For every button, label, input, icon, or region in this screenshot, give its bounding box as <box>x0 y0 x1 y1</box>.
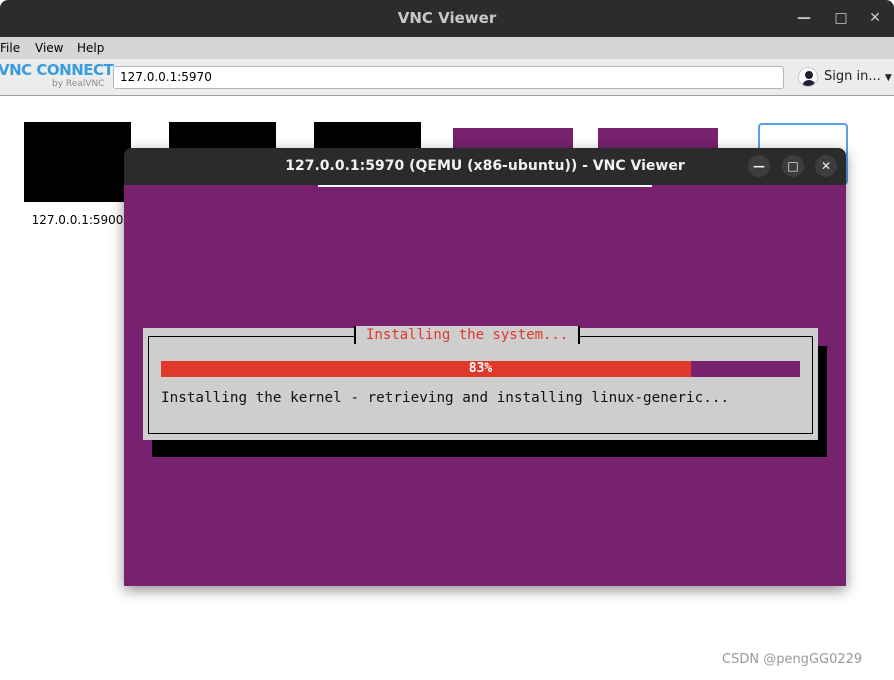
sign-in-label: Sign in... <box>824 69 881 84</box>
session-maximize-button[interactable]: □ <box>782 155 804 177</box>
dialog-title: Installing the system... <box>354 326 581 344</box>
maximize-button[interactable]: □ <box>831 8 851 28</box>
app-title: VNC Viewer <box>397 9 497 27</box>
remote-top-panel <box>318 185 652 187</box>
connection-thumbnail[interactable] <box>24 122 131 202</box>
install-status: Installing the kernel - retrieving and i… <box>161 390 730 406</box>
sign-in-button[interactable]: Sign in... ▼ <box>824 69 892 84</box>
session-window: 127.0.0.1:5970 (QEMU (x86-ubuntu)) - VNC… <box>124 148 846 586</box>
app-titlebar: VNC Viewer — □ ✕ <box>0 0 894 37</box>
session-title: 127.0.0.1:5970 (QEMU (x86-ubuntu)) - VNC… <box>285 158 685 174</box>
close-button[interactable]: ✕ <box>865 8 885 28</box>
session-close-button[interactable]: ✕ <box>815 155 837 177</box>
installer-dialog: Installing the system... 83% Installing … <box>143 326 818 440</box>
progress-label: 83% <box>468 361 493 376</box>
connection-label: 127.0.0.1:5900 <box>31 213 124 227</box>
vnc-connect-logo: VNC CONNECT <box>0 61 114 79</box>
address-input[interactable]: 127.0.0.1:5970 <box>113 66 784 89</box>
menu-file[interactable]: File <box>0 37 20 59</box>
watermark: CSDN @pengGG0229 <box>722 652 863 667</box>
dialog-border <box>148 336 813 434</box>
session-titlebar: 127.0.0.1:5970 (QEMU (x86-ubuntu)) - VNC… <box>124 148 846 185</box>
session-minimize-button[interactable]: — <box>748 155 770 177</box>
menu-bar: File View Help <box>0 37 894 59</box>
progress-bar: 83% <box>161 361 800 377</box>
toolbar: VNC CONNECT by RealVNC 127.0.0.1:5970 Si… <box>0 59 894 96</box>
chevron-down-icon: ▼ <box>884 73 892 83</box>
realvnc-logo-sub: by RealVNC <box>52 79 105 89</box>
menu-view[interactable]: View <box>35 37 63 59</box>
user-avatar-icon[interactable] <box>798 67 818 87</box>
minimize-button[interactable]: — <box>794 8 814 28</box>
menu-help[interactable]: Help <box>77 37 104 59</box>
